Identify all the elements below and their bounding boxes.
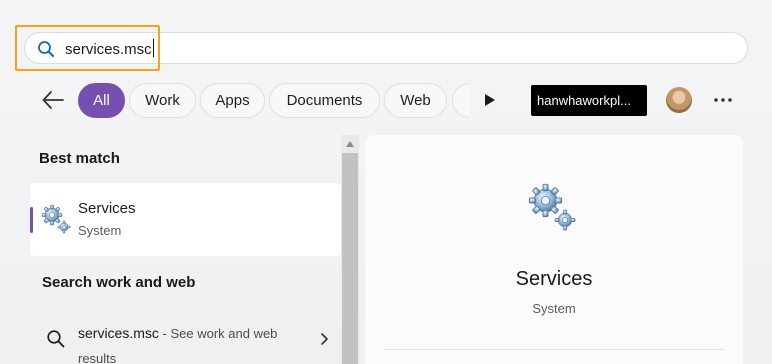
back-arrow-icon[interactable] [40,88,66,112]
selection-indicator [30,207,33,233]
filter-chip-work[interactable]: Work [129,83,196,118]
services-gear-icon [41,204,71,234]
details-subtitle: System [532,301,576,316]
details-pane: Services System [365,135,743,364]
search-icon [47,330,65,348]
play-icon[interactable] [478,89,500,111]
divider [383,349,725,350]
filter-chip-all[interactable]: All [78,83,125,118]
scrollbar-thumb[interactable] [342,153,358,364]
filter-chip-documents[interactable]: Documents [269,83,380,118]
best-match-title: Services [78,200,136,217]
results-scrollbar[interactable] [341,135,359,364]
more-options-icon[interactable] [712,92,734,108]
filter-chip-overflow [452,83,470,118]
web-search-text: services.msc - See work and web results [78,321,308,364]
account-switcher[interactable]: hanwhaworkpl... [531,85,647,116]
filter-chip-web[interactable]: Web [384,83,447,118]
best-match-item[interactable]: Services System [30,183,341,256]
best-match-subtitle: System [78,223,122,238]
search-highlight-box [15,25,160,71]
services-gear-icon [528,183,576,231]
chevron-right-icon[interactable] [320,332,330,346]
best-match-heading: Best match [39,150,120,167]
web-search-query: services.msc [78,325,159,341]
start-search-panel: services.msc All Work Apps Documents Web… [0,0,772,364]
filter-chip-apps[interactable]: Apps [200,83,265,118]
scroll-up-arrow-icon[interactable] [345,140,355,148]
details-title: Services [515,268,593,290]
search-work-web-heading: Search work and web [42,274,196,291]
avatar[interactable] [666,87,692,113]
web-search-item[interactable]: services.msc - See work and web results [30,313,341,364]
